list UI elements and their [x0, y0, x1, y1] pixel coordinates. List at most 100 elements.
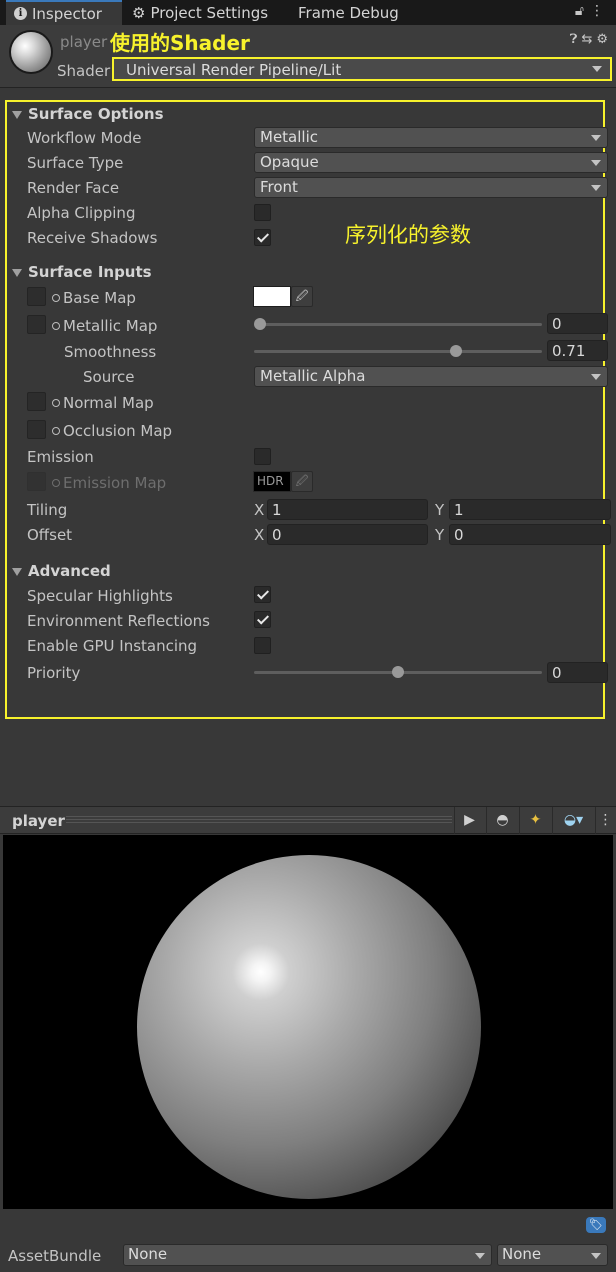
skybox-icon[interactable]: ◒▾: [552, 807, 594, 834]
smoothness-value-field[interactable]: 0.71: [547, 340, 608, 361]
lock-icon[interactable]: 🔓︎: [575, 3, 590, 19]
metallic-slider-handle[interactable]: [254, 318, 266, 330]
smoothness-slider-track[interactable]: [254, 350, 542, 353]
tiling-x-field[interactable]: 1: [267, 499, 428, 520]
priority-slider-handle[interactable]: [392, 666, 404, 678]
foldout-icon: [12, 268, 22, 277]
chevron-down-icon: [475, 1253, 485, 1259]
play-icon[interactable]: ▶: [454, 807, 484, 834]
tiling-label: Tiling: [27, 501, 68, 519]
offset-y-value: 0: [454, 526, 464, 544]
workflow-mode-value: Metallic: [260, 128, 318, 146]
tab-inspector[interactable]: i Inspector: [6, 0, 122, 25]
eyedropper-icon[interactable]: 🖉: [291, 286, 313, 307]
tiling-x-label: X: [254, 501, 265, 519]
foldout-icon: [12, 110, 22, 119]
gear-icon[interactable]: ⚙: [596, 32, 612, 47]
workflow-mode-dropdown[interactable]: Metallic: [254, 127, 608, 148]
environment-reflections-label: Environment Reflections: [27, 612, 210, 630]
shader-dropdown-value: Universal Render Pipeline/Lit: [126, 61, 342, 79]
light-icon[interactable]: ✦: [519, 807, 551, 834]
render-face-value: Front: [260, 178, 298, 196]
offset-x-value: 0: [272, 526, 282, 544]
tab-inspector-label: Inspector: [32, 4, 102, 23]
help-icon[interactable]: ❓︎: [570, 32, 582, 47]
preview-resize-grip[interactable]: [66, 816, 452, 824]
receive-shadows-checkbox[interactable]: [254, 229, 271, 246]
section-advanced[interactable]: Advanced: [12, 562, 111, 580]
environment-reflections-checkbox[interactable]: [254, 611, 271, 628]
section-surface-options[interactable]: Surface Options: [12, 105, 164, 123]
tab-frame-debug[interactable]: Frame Debug: [298, 0, 408, 25]
preview-toolbar: player ▶ ◓ ✦ ◒▾ ⋮: [0, 806, 616, 834]
asset-bundle-value: None: [128, 1245, 168, 1263]
offset-y-field[interactable]: 0: [449, 524, 611, 545]
offset-x-label: X: [254, 526, 265, 544]
receive-shadows-label: Receive Shadows: [27, 229, 158, 247]
smoothness-label: Smoothness: [64, 343, 157, 361]
metallic-value-field[interactable]: 0: [547, 313, 608, 334]
shader-label: Shader: [57, 62, 111, 80]
chevron-down-icon: [591, 160, 601, 166]
alpha-clipping-checkbox[interactable]: [254, 204, 271, 221]
tab-bar: i Inspector ⚙ Project Settings Frame Deb…: [0, 0, 616, 25]
asset-bundle-dropdown[interactable]: None: [123, 1244, 492, 1266]
offset-y-label: Y: [435, 526, 445, 544]
surface-type-label: Surface Type: [27, 154, 124, 172]
tiling-y-field[interactable]: 1: [449, 499, 611, 520]
asset-bundle-panel: 🏷︎ AssetBundle None None: [0, 1209, 616, 1272]
base-map-color-swatch[interactable]: [253, 286, 291, 307]
source-dropdown[interactable]: Metallic Alpha: [254, 366, 608, 387]
priority-label: Priority: [27, 664, 81, 682]
smoothness-value: 0.71: [552, 342, 586, 360]
surface-type-dropdown[interactable]: Opaque: [254, 152, 608, 173]
normal-map-slot[interactable]: [27, 392, 46, 411]
menu-icon[interactable]: ⋮: [590, 3, 610, 19]
gpu-instancing-checkbox[interactable]: [254, 637, 271, 654]
tiling-y-value: 1: [454, 501, 464, 519]
preview-sphere: [137, 855, 481, 1199]
specular-highlights-label: Specular Highlights: [27, 587, 173, 605]
asset-variant-dropdown[interactable]: None: [497, 1244, 608, 1266]
base-map-label-text: Base Map: [63, 289, 136, 307]
menu-icon[interactable]: ⋮: [595, 807, 615, 834]
metallic-map-slot[interactable]: [27, 315, 46, 334]
render-face-dropdown[interactable]: Front: [254, 177, 608, 198]
emission-checkbox[interactable]: [254, 448, 271, 465]
sphere-mesh-icon[interactable]: ◓: [486, 807, 518, 834]
label-tag-icon[interactable]: 🏷︎: [586, 1217, 606, 1233]
render-face-label: Render Face: [27, 179, 120, 197]
tab-project-settings-label: Project Settings: [150, 3, 269, 22]
section-title: Advanced: [28, 562, 111, 580]
shader-dropdown[interactable]: Universal Render Pipeline/Lit: [112, 57, 612, 81]
base-map-label: Base Map: [52, 289, 136, 307]
asset-variant-value: None: [502, 1245, 542, 1263]
section-surface-inputs[interactable]: Surface Inputs: [12, 263, 152, 281]
emission-map-slot: [27, 472, 46, 491]
metallic-slider-track[interactable]: [254, 323, 542, 326]
tab-frame-debug-label: Frame Debug: [298, 3, 399, 22]
presets-icon[interactable]: ⇆: [581, 32, 596, 47]
texture-dot-icon: [52, 426, 60, 435]
occlusion-map-slot[interactable]: [27, 420, 46, 439]
tab-project-settings[interactable]: ⚙ Project Settings: [132, 0, 282, 25]
texture-dot-icon: [52, 293, 60, 302]
metallic-map-label: Metallic Map: [52, 317, 157, 335]
texture-dot-icon: [52, 478, 60, 487]
occlusion-map-label-text: Occlusion Map: [63, 422, 173, 440]
emission-label: Emission: [27, 448, 94, 466]
section-title: Surface Inputs: [28, 263, 152, 281]
specular-highlights-checkbox[interactable]: [254, 586, 271, 603]
surface-type-value: Opaque: [260, 153, 319, 171]
chevron-down-icon: [591, 1253, 601, 1259]
chevron-down-icon: [591, 135, 601, 141]
tiling-x-value: 1: [272, 501, 282, 519]
base-map-slot[interactable]: [27, 287, 46, 306]
smoothness-slider-handle[interactable]: [449, 345, 462, 357]
eyedropper-icon: 🖉: [291, 471, 313, 492]
priority-value-field[interactable]: 0: [547, 662, 608, 683]
offset-label: Offset: [27, 526, 73, 544]
offset-x-field[interactable]: 0: [267, 524, 428, 545]
foldout-icon: [12, 567, 22, 576]
emission-map-label: Emission Map: [52, 474, 166, 492]
